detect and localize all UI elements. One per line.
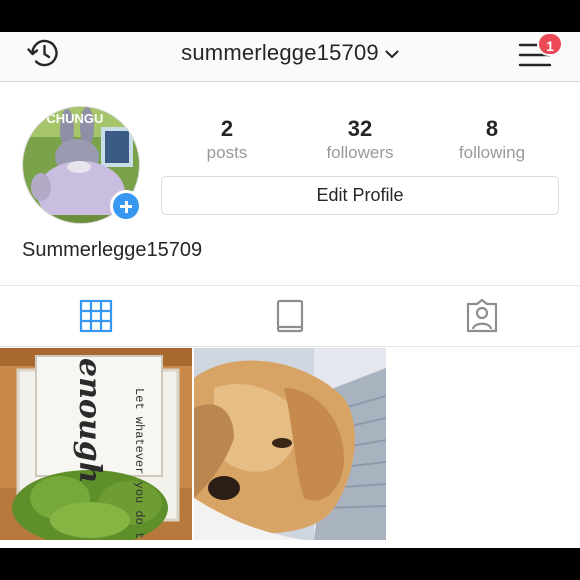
following-stat[interactable]: 8 following [432,116,552,164]
followers-count: 32 [347,116,373,141]
username-title: summerlegge15709 [181,40,379,65]
chevron-down-icon [385,50,399,59]
display-name: Summerlegge15709 [22,239,203,261]
screen: summerlegge15709 1 IG CHUNGU 2 posts 32 … [0,0,580,580]
following-count: 8 [485,116,499,141]
followers-label: followers [326,143,394,162]
sign-post-image: Let whatever you do today be enough [0,348,192,540]
post-thumbnail-dog[interactable] [194,348,386,540]
tagged-person-icon[interactable] [462,296,502,336]
profile-screen: summerlegge15709 1 IG CHUNGU 2 posts 32 … [0,32,580,548]
top-nav-bar: summerlegge15709 1 [0,32,580,82]
account-switcher[interactable]: summerlegge15709 [0,40,580,66]
following-label: following [458,143,526,162]
posts-count: 2 [220,116,234,141]
posts-stat[interactable]: 2 posts [167,116,287,164]
posts-label: posts [206,143,248,162]
notification-badge: 1 [537,32,563,56]
sign-text: Let whatever you do today be [132,388,146,540]
bottom-black-bar [0,548,580,580]
feed-icon[interactable] [270,296,310,336]
dog-post-image [194,348,386,540]
grid-icon[interactable] [76,296,116,336]
edit-profile-button[interactable]: Edit Profile [161,176,559,215]
sign-script-text: enough [72,358,107,484]
add-story-plus-icon[interactable] [110,190,142,222]
post-thumbnail-sign[interactable]: Let whatever you do today be enough [0,348,192,540]
avatar-caption: IG CHUNGU [29,111,103,126]
profile-tab-bar [0,285,580,347]
followers-stat[interactable]: 32 followers [300,116,420,164]
posts-grid: Let whatever you do today be enough [0,348,580,548]
